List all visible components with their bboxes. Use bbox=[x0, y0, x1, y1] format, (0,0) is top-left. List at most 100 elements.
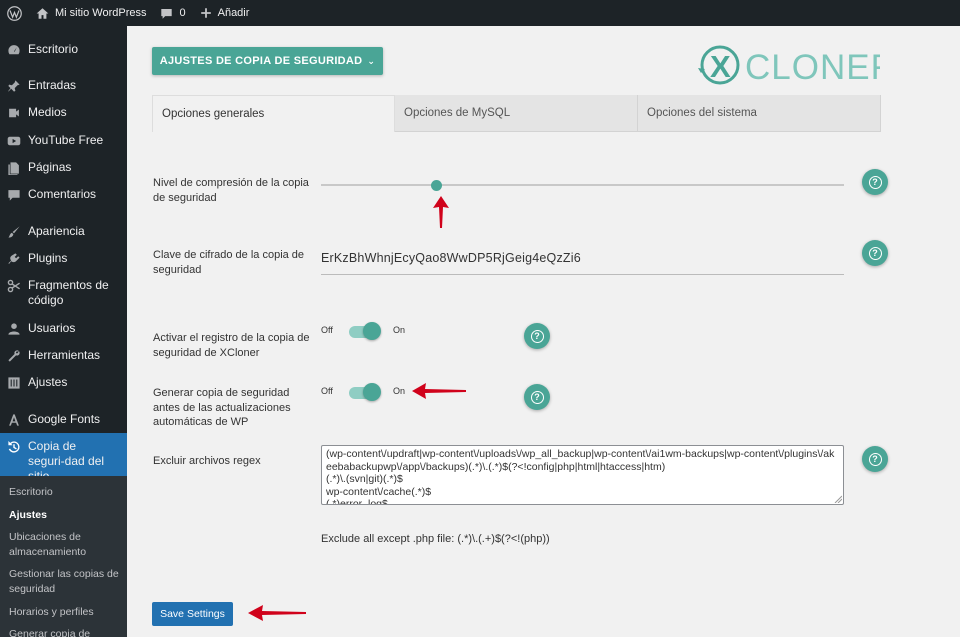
comment-bubble-icon bbox=[161, 8, 173, 19]
users-icon bbox=[7, 322, 21, 336]
sidebar-item-label: Google Fonts bbox=[28, 412, 101, 426]
help-button-compression[interactable]: ? bbox=[862, 169, 888, 195]
sidebar-item-label: Usuarios bbox=[28, 321, 76, 335]
sidebar-item-fragmentos[interactable]: Fragmentos de código bbox=[0, 278, 127, 308]
backup-icon bbox=[7, 440, 21, 454]
sidebar-item-comentarios[interactable]: Comentarios bbox=[0, 187, 127, 202]
exclude-regex-label: Excluir archivos regex bbox=[153, 455, 261, 467]
sidebar-item-label: Ajustes bbox=[28, 375, 68, 389]
settings-dropdown-button[interactable]: AJUSTES DE COPIA DE SEGURIDAD ⌄ bbox=[152, 47, 383, 75]
home-icon bbox=[36, 7, 49, 19]
annotation-arrow-left-icon bbox=[248, 605, 306, 621]
site-name: Mi sitio WordPress bbox=[55, 7, 147, 19]
submenu-item-escritorio[interactable]: Escritorio bbox=[9, 485, 124, 500]
wordpress-logo-button[interactable] bbox=[0, 0, 29, 26]
brush-icon bbox=[7, 225, 21, 239]
toggle-on-label: On bbox=[393, 386, 406, 396]
tab-opciones-sistema[interactable]: Opciones del sistema bbox=[638, 95, 881, 132]
annotation-arrow-left-icon bbox=[412, 383, 466, 399]
submenu-item-horarios[interactable]: Horarios y perfiles bbox=[9, 605, 124, 620]
exclude-regex-textarea[interactable]: (wp-content\/updraft|wp-content\/uploads… bbox=[321, 445, 844, 505]
sidebar-item-copia-de-seguridad[interactable]: Copia de seguri-dad del sitio bbox=[0, 433, 127, 483]
compression-label: Nivel de compresión de la copia de segur… bbox=[153, 177, 309, 204]
submenu-item-ubicaciones[interactable]: Ubicaciones de almacenamiento bbox=[9, 530, 124, 560]
help-button-exclude[interactable]: ? bbox=[862, 446, 888, 472]
exclude-regex-hint: Exclude all except .php file: (.*)\.(.+)… bbox=[321, 533, 550, 545]
chevron-down-icon: ⌄ bbox=[367, 55, 376, 66]
encryption-key-input[interactable]: ErKzBhWhnjEcyQao8WwDP5RjGeig4eQzZi6 bbox=[321, 251, 844, 265]
sidebar-item-entradas[interactable]: Entradas bbox=[0, 78, 127, 93]
encryption-input-underline bbox=[321, 274, 844, 275]
help-button-auto-update[interactable]: ? bbox=[524, 384, 550, 410]
toggle-knob bbox=[363, 322, 381, 340]
settings-tabs: Opciones generales Opciones de MySQL Opc… bbox=[152, 95, 881, 132]
sidebar-item-youtube-free[interactable]: YouTube Free bbox=[0, 133, 127, 148]
tab-opciones-mysql[interactable]: Opciones de MySQL bbox=[395, 95, 638, 132]
logging-label: Activar el registro de la copia de segur… bbox=[153, 332, 310, 359]
settings-dropdown-label: AJUSTES DE COPIA DE SEGURIDAD bbox=[159, 55, 363, 67]
sidebar-item-label: Apariencia bbox=[28, 224, 85, 238]
sidebar-item-escritorio[interactable]: Escritorio bbox=[0, 42, 127, 57]
svg-text:CLONER: CLONER bbox=[745, 48, 880, 87]
sidebar-item-herramientas[interactable]: Herramientas bbox=[0, 348, 127, 363]
font-icon bbox=[7, 413, 21, 427]
sidebar-item-label: YouTube Free bbox=[28, 133, 104, 147]
help-button-encryption[interactable]: ? bbox=[862, 240, 888, 266]
auto-update-backup-toggle[interactable]: Off On bbox=[321, 383, 421, 403]
comments-count: 0 bbox=[179, 7, 186, 19]
site-name-link[interactable]: Mi sitio WordPress bbox=[29, 0, 153, 26]
auto-update-backup-label: Generar copia de seguridad antes de las … bbox=[153, 387, 291, 428]
question-icon: ? bbox=[530, 329, 544, 343]
wordpress-icon bbox=[7, 5, 22, 21]
toggle-knob bbox=[363, 383, 381, 401]
tab-opciones-generales[interactable]: Opciones generales bbox=[152, 95, 395, 132]
xcloner-logo: X CLONER bbox=[695, 38, 896, 88]
logging-toggle[interactable]: Off On bbox=[321, 322, 421, 342]
comments-link[interactable]: 0 bbox=[153, 0, 192, 26]
youtube-icon bbox=[7, 134, 21, 148]
submenu-item-generar-copia[interactable]: Generar copia de bbox=[9, 627, 124, 637]
sidebar-item-usuarios[interactable]: Usuarios bbox=[0, 321, 127, 336]
question-icon: ? bbox=[868, 175, 882, 189]
media-icon bbox=[7, 106, 21, 120]
toggle-off-label: Off bbox=[321, 386, 333, 396]
sidebar-item-paginas[interactable]: Páginas bbox=[0, 160, 127, 175]
save-settings-button[interactable]: Save Settings bbox=[152, 602, 233, 626]
svg-text:X: X bbox=[710, 49, 731, 84]
new-label: Añadir bbox=[217, 7, 250, 19]
comments-icon bbox=[7, 188, 21, 202]
plus-icon bbox=[200, 8, 211, 18]
compression-slider-thumb[interactable] bbox=[430, 180, 442, 191]
sidebar-item-label: Páginas bbox=[28, 160, 72, 174]
question-icon: ? bbox=[868, 246, 882, 260]
sidebar-item-apariencia[interactable]: Apariencia bbox=[0, 224, 127, 239]
annotation-arrow-up-icon bbox=[433, 196, 449, 228]
pin-icon bbox=[7, 79, 21, 93]
submenu-item-gestionar-copias[interactable]: Gestionar las copias de seguridad bbox=[9, 567, 124, 597]
active-menu-indicator bbox=[952, 455, 960, 471]
compression-slider-track[interactable] bbox=[321, 184, 844, 186]
sidebar-item-medios[interactable]: Medios bbox=[0, 105, 127, 120]
sidebar-item-plugins[interactable]: Plugins bbox=[0, 251, 127, 266]
question-icon: ? bbox=[530, 390, 544, 404]
question-icon: ? bbox=[868, 452, 882, 466]
resize-handle-icon[interactable] bbox=[834, 495, 842, 503]
plugin-icon bbox=[7, 252, 21, 266]
toggle-on-label: On bbox=[393, 325, 406, 335]
submenu-item-ajustes[interactable]: Ajustes bbox=[9, 508, 124, 523]
scissors-icon bbox=[7, 279, 21, 293]
admin-bar: Mi sitio WordPress 0 Añadir bbox=[0, 0, 960, 26]
wrench-icon bbox=[7, 349, 21, 363]
new-content-link[interactable]: Añadir bbox=[193, 0, 257, 26]
sidebar-item-label: Escritorio bbox=[28, 42, 79, 56]
sidebar-item-label: Comentarios bbox=[28, 187, 97, 201]
sidebar-item-google-fonts[interactable]: Google Fonts bbox=[0, 412, 127, 427]
sidebar-item-label: Entradas bbox=[28, 78, 77, 92]
sidebar-item-ajustes[interactable]: Ajustes bbox=[0, 375, 127, 390]
toggle-off-label: Off bbox=[321, 325, 333, 335]
sidebar-item-label: Fragmentos de código bbox=[28, 278, 109, 307]
help-button-logging[interactable]: ? bbox=[524, 323, 550, 349]
sidebar-item-label: Herramientas bbox=[28, 348, 101, 362]
sidebar-item-label: Plugins bbox=[28, 251, 68, 265]
encryption-label: Clave de cifrado de la copia de segurida… bbox=[153, 249, 305, 276]
